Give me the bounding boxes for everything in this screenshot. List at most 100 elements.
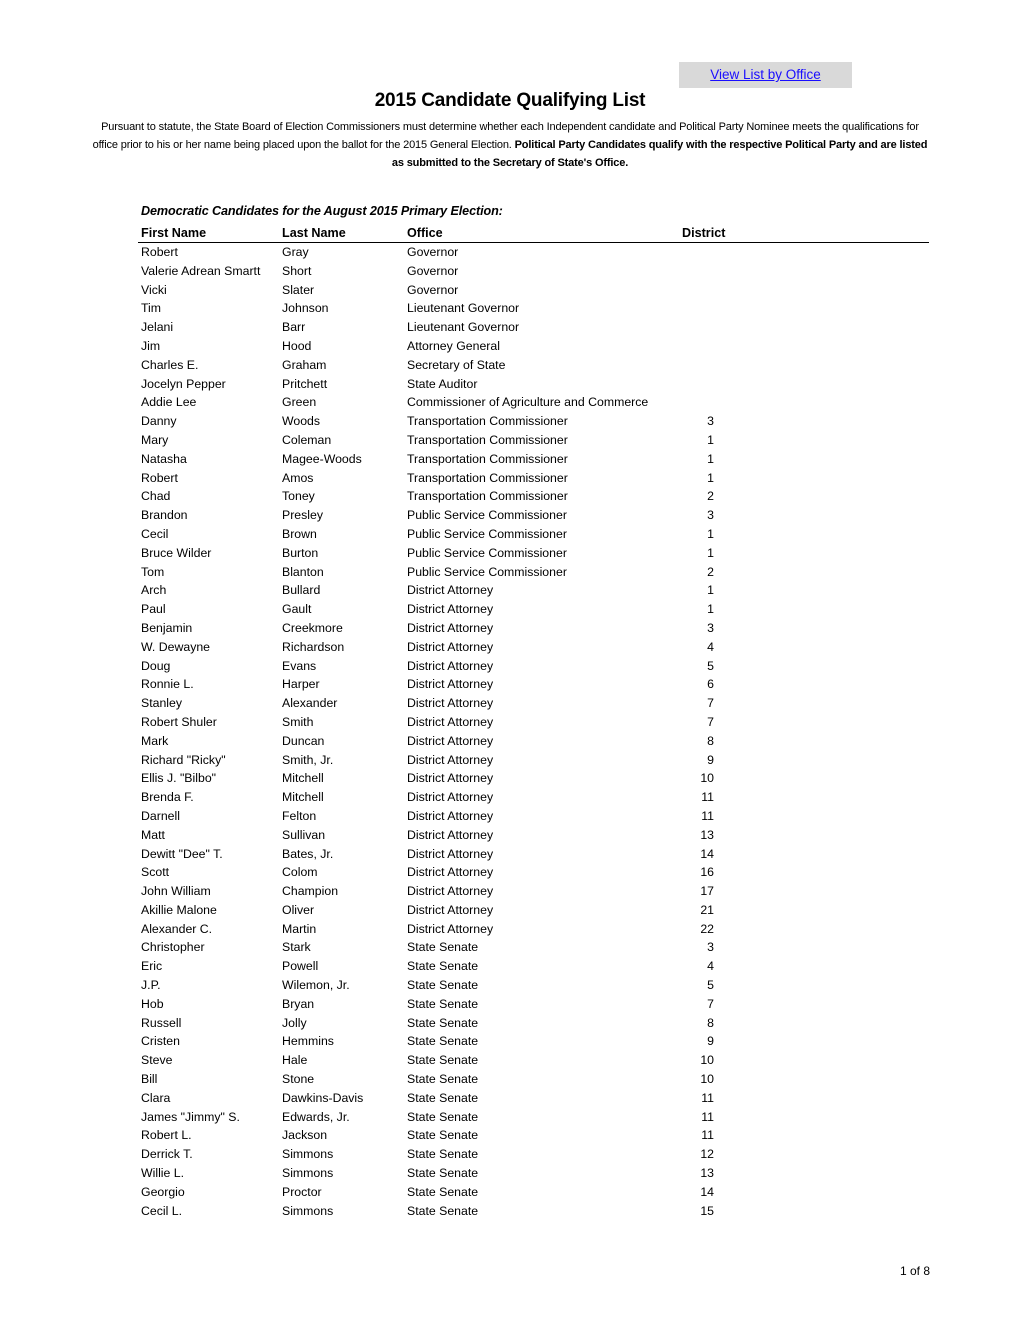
cell-office: State Senate: [407, 1184, 479, 1199]
table-row: Ronnie L. Harper District Attorney 6: [138, 675, 929, 694]
table-row: Brenda F. Mitchell District Attorney 11: [138, 788, 929, 807]
cell-last-name: Edwards, Jr.: [282, 1109, 350, 1124]
cell-first-name: Alexander C.: [141, 921, 213, 936]
cell-district: 7: [707, 714, 714, 729]
cell-office: Transportation Commissioner: [407, 470, 568, 485]
cell-district: 14: [700, 846, 714, 861]
table-row: Danny Woods Transportation Commissioner 3: [138, 412, 929, 431]
table-row: Darnell Felton District Attorney 11: [138, 807, 929, 826]
cell-office: District Attorney: [407, 902, 494, 917]
table-row: Jim Hood Attorney General: [138, 337, 929, 356]
cell-district: 9: [707, 1034, 714, 1049]
cell-district: [669, 299, 714, 318]
cell-first-name: Jelani: [141, 320, 174, 335]
cell-office: District Attorney: [407, 771, 494, 786]
cell-office: State Senate: [407, 1090, 479, 1105]
cell-district: 15: [700, 1203, 714, 1218]
cell-first-name: Jim: [141, 338, 161, 353]
cell-district: 22: [700, 921, 714, 936]
cell-first-name: W. Dewayne: [141, 639, 211, 654]
cell-district: 10: [700, 771, 714, 786]
cell-office: District Attorney: [407, 884, 494, 899]
cell-district: 12: [700, 1147, 714, 1162]
cell-office: State Senate: [407, 1203, 479, 1218]
table-row: W. Dewayne Richardson District Attorney 4: [138, 638, 929, 657]
cell-office: Transportation Commissioner: [407, 489, 568, 504]
cell-district: [669, 243, 714, 262]
cell-district: [669, 356, 714, 375]
cell-last-name: Pritchett: [282, 376, 328, 391]
table-row: Tom Blanton Public Service Commissioner 2: [138, 563, 929, 582]
table-row: Tim Johnson Lieutenant Governor: [138, 299, 929, 318]
column-header-office: Office: [407, 226, 443, 240]
cell-district: 1: [707, 602, 714, 617]
cell-first-name: Vicki: [141, 282, 167, 297]
table-row: Christopher Stark State Senate 3: [138, 938, 929, 957]
cell-last-name: Bates, Jr.: [282, 846, 334, 861]
cell-last-name: Creekmore: [282, 620, 343, 635]
cell-district: 8: [707, 733, 714, 748]
cell-last-name: Magee-Woods: [282, 451, 362, 466]
page-title: 2015 Candidate Qualifying List: [374, 90, 646, 111]
cell-last-name: Toney: [282, 489, 315, 504]
table-row: Jelani Barr Lieutenant Governor: [138, 318, 929, 337]
cell-last-name: Hood: [282, 338, 312, 353]
cell-office: District Attorney: [407, 790, 494, 805]
cell-district: 21: [700, 902, 714, 917]
table-row: Ellis J. "Bilbo" Mitchell District Attorne…: [138, 769, 929, 788]
cell-first-name: Mary: [141, 432, 169, 447]
cell-last-name: Martin: [282, 921, 317, 936]
cell-last-name: Short: [282, 263, 312, 278]
cell-first-name: Tim: [141, 301, 162, 316]
cell-office: State Senate: [407, 1128, 479, 1143]
cell-first-name: Brenda F.: [141, 790, 194, 805]
cell-first-name: Cristen: [141, 1034, 180, 1049]
table-row: Mary Coleman Transportation Commissioner 1: [138, 431, 929, 450]
cell-first-name: Cecil: [141, 526, 169, 541]
cell-district: 1: [707, 432, 714, 447]
cell-office: Lieutenant Governor: [407, 301, 520, 316]
table-row: Robert Amos Transportation Commissioner 1: [138, 469, 929, 488]
cell-district: [669, 375, 714, 394]
section-heading: Democratic Candidates for the August 201…: [141, 204, 503, 218]
cell-first-name: Eric: [141, 959, 163, 974]
cell-office: State Senate: [407, 1015, 479, 1030]
cell-office: Commissioner of Agriculture and Commerce: [407, 395, 649, 410]
cell-first-name: Natasha: [141, 451, 187, 466]
cell-district: 3: [707, 508, 714, 523]
view-list-by-office-link[interactable]: View List by Office: [710, 67, 821, 82]
cell-office: Governor: [407, 282, 459, 297]
table-row: Charles E. Graham Secretary of State: [138, 356, 929, 375]
view-list-by-office-button[interactable]: View List by Office: [679, 62, 852, 88]
table-row: Matt Sullivan District Attorney 13: [138, 826, 929, 845]
cell-office: Attorney General: [407, 338, 500, 353]
cell-last-name: Stark: [282, 940, 311, 955]
table-row: Chad Toney Transportation Commissioner 2: [138, 487, 929, 506]
cell-district: 5: [707, 658, 714, 673]
cell-first-name: Tom: [141, 564, 165, 579]
cell-last-name: Johnson: [282, 301, 329, 316]
page-number: 1 of 8: [899, 1264, 930, 1278]
cell-district: 6: [707, 677, 714, 692]
cell-office: District Attorney: [407, 752, 494, 767]
table-row: Cecil L. Simmons State Senate 15: [138, 1202, 929, 1221]
cell-first-name: Darnell: [141, 808, 180, 823]
cell-office: Public Service Commissioner: [407, 526, 567, 541]
table-row: Jocelyn Pepper Pritchett State Auditor: [138, 375, 929, 394]
cell-office: Governor: [407, 245, 459, 259]
cell-last-name: Blanton: [282, 564, 324, 579]
cell-office: District Attorney: [407, 639, 494, 654]
candidate-table: First Name Last Name Office District Rob…: [138, 224, 929, 1220]
table-row: Bruce Wilder Burton Public Service Commiss…: [138, 544, 929, 563]
table-row: Cristen Hemmins State Senate 9: [138, 1032, 929, 1051]
cell-last-name: Graham: [282, 357, 327, 372]
cell-last-name: Evans: [282, 658, 317, 673]
cell-first-name: Matt: [141, 827, 165, 842]
cell-first-name: Robert: [141, 245, 178, 259]
table-body: Robert Gray Governor Valerie Adrean Smartt S…: [138, 243, 929, 1220]
cell-last-name: Gray: [282, 245, 309, 259]
cell-district: 10: [700, 1053, 714, 1068]
intro-paragraph: Pursuant to statute, the State Board of …: [92, 118, 928, 172]
cell-office: District Attorney: [407, 714, 494, 729]
cell-first-name: James "Jimmy" S.: [141, 1109, 240, 1124]
